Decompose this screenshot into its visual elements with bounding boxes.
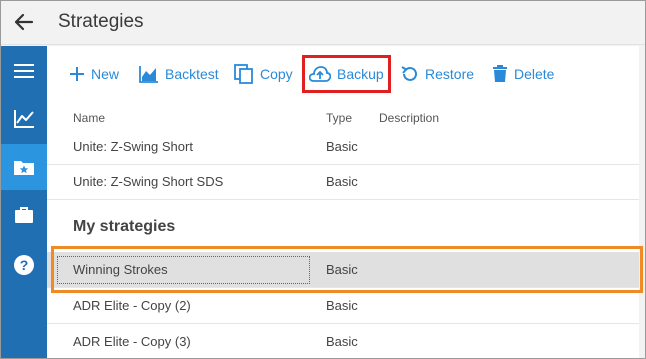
sidebar-item-charts[interactable] xyxy=(1,96,47,142)
backup-label: Backup xyxy=(337,66,384,82)
table-row[interactable]: Unite: Z-Swing Short SDS Basic xyxy=(47,164,645,200)
table-row[interactable]: ADR Elite - Copy (3) Basic xyxy=(47,324,645,358)
briefcase-icon xyxy=(15,207,33,223)
table-row[interactable]: Unite: Z-Swing Short Basic xyxy=(47,129,645,165)
column-header-description[interactable]: Description xyxy=(379,111,439,125)
title-bar: Strategies xyxy=(1,1,645,45)
page-title: Strategies xyxy=(58,11,144,32)
trash-icon xyxy=(492,65,508,83)
copy-button[interactable]: Copy xyxy=(234,62,293,86)
strategy-name: Unite: Z-Swing Short SDS xyxy=(73,174,224,189)
strategy-type: Basic xyxy=(326,298,358,313)
new-button[interactable]: New xyxy=(69,62,119,86)
sidebar-item-help[interactable]: ? xyxy=(1,242,47,288)
new-label: New xyxy=(91,66,120,82)
backtest-button[interactable]: Backtest xyxy=(139,62,219,86)
strategy-type: Basic xyxy=(326,174,358,189)
restore-label: Restore xyxy=(425,66,475,82)
delete-label: Delete xyxy=(514,66,555,82)
cloud-upload-icon xyxy=(309,66,331,82)
restore-button[interactable]: Restore xyxy=(401,62,474,86)
backup-button[interactable]: Backup xyxy=(302,55,391,93)
back-button[interactable] xyxy=(11,9,37,35)
column-headers: Name Type Description xyxy=(47,108,645,128)
folder-star-icon xyxy=(14,161,34,175)
sidebar-item-portfolio[interactable] xyxy=(1,192,47,238)
column-header-type[interactable]: Type xyxy=(326,111,352,125)
strategy-type: Basic xyxy=(326,262,358,277)
arrow-left-icon xyxy=(14,13,34,31)
restore-icon xyxy=(401,65,419,83)
section-title-my-strategies: My strategies xyxy=(73,218,176,235)
strategy-name: Winning Strokes xyxy=(73,262,168,277)
strategies-panel: New Backtest Copy Backup Restore Delete … xyxy=(47,46,645,358)
chart-line-icon xyxy=(139,65,159,83)
strategy-name: ADR Elite - Copy (3) xyxy=(73,334,191,349)
sidebar: ? xyxy=(1,46,47,358)
strategy-type: Basic xyxy=(326,139,358,154)
delete-button[interactable]: Delete xyxy=(492,62,554,86)
table-row-selected[interactable]: Winning Strokes Basic xyxy=(47,252,645,288)
hamburger-menu-icon xyxy=(14,64,34,78)
strategy-name: ADR Elite - Copy (2) xyxy=(73,298,191,313)
sidebar-item-strategies[interactable] xyxy=(1,144,47,190)
strategy-type: Basic xyxy=(326,334,358,349)
help-icon: ? xyxy=(14,255,34,275)
backtest-label: Backtest xyxy=(165,66,219,82)
copy-icon xyxy=(234,64,254,84)
chart-line-icon xyxy=(14,110,34,128)
menu-button[interactable] xyxy=(1,48,47,94)
column-header-name[interactable]: Name xyxy=(73,111,105,125)
app-window: Strategies ? New Backtest Copy Backup Re… xyxy=(0,0,646,359)
copy-label: Copy xyxy=(260,66,293,82)
table-row[interactable]: ADR Elite - Copy (2) Basic xyxy=(47,288,645,324)
plus-icon xyxy=(69,66,85,82)
svg-text:?: ? xyxy=(20,257,29,273)
scrollbar-track[interactable] xyxy=(639,46,645,358)
strategy-name: Unite: Z-Swing Short xyxy=(73,139,193,154)
toolbar: New Backtest Copy Backup Restore Delete xyxy=(47,46,645,102)
